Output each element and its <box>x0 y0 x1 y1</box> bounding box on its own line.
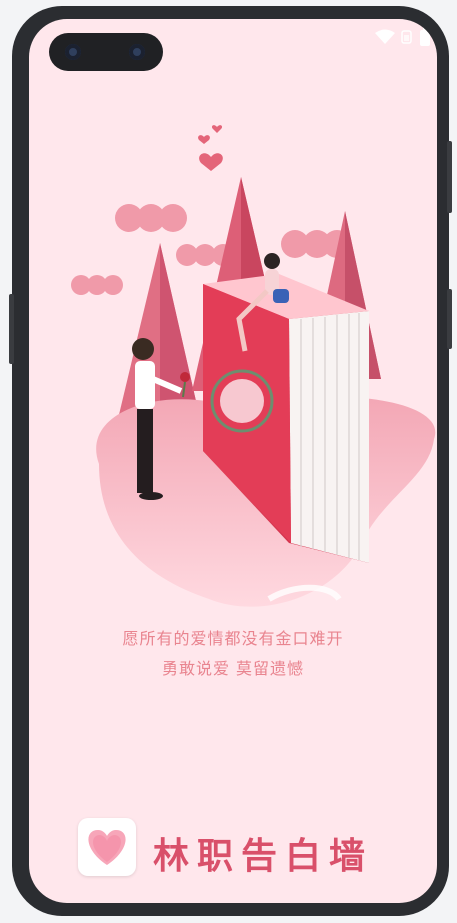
heart-logo-icon <box>88 830 126 865</box>
power-button <box>447 141 452 213</box>
camera-lens-icon <box>129 44 145 60</box>
wifi-icon <box>375 29 395 44</box>
volume-button <box>9 294 14 364</box>
battery-icon <box>420 27 430 46</box>
splash-screen: 愿所有的爱情都没有金口难开 勇敢说爱 莫留遗憾 林职告白墙 <box>29 19 437 903</box>
side-button <box>447 289 452 349</box>
camera-lens-icon <box>65 44 81 60</box>
front-camera <box>49 33 163 71</box>
heart-icon <box>198 125 223 171</box>
cloud-icon <box>71 204 351 295</box>
status-bar <box>375 27 431 47</box>
app-logo <box>78 818 136 876</box>
love-book-illustration <box>71 125 436 607</box>
tagline-line1: 愿所有的爱情都没有金口难开 <box>122 629 344 648</box>
tagline-line2: 勇敢说爱 莫留遗憾 <box>161 659 305 678</box>
signal-icon <box>401 30 412 44</box>
app-name: 林职告白墙 <box>153 836 374 877</box>
